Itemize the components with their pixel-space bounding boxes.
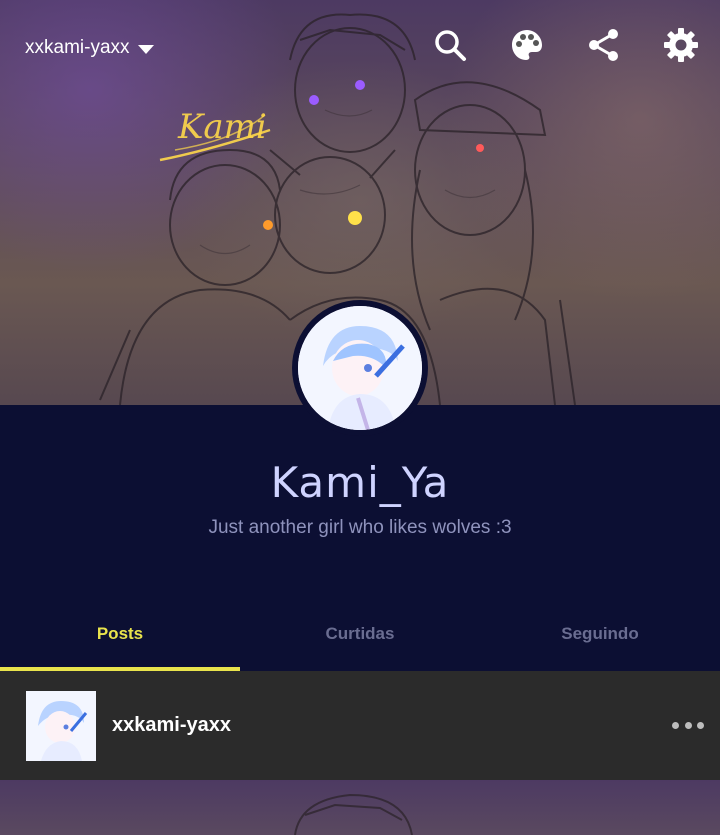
caret-down-icon bbox=[137, 44, 154, 54]
blog-switcher[interactable]: xxkami-yaxx bbox=[25, 35, 154, 61]
tab-posts[interactable]: Posts bbox=[0, 607, 240, 671]
profile-tabs: Posts Curtidas Seguindo bbox=[0, 607, 720, 671]
share-icon[interactable] bbox=[585, 26, 623, 64]
post-username[interactable]: xxkami-yaxx bbox=[112, 714, 231, 737]
post-image-art bbox=[294, 793, 413, 835]
palette-icon[interactable] bbox=[508, 26, 546, 64]
tab-seguindo[interactable]: Seguindo bbox=[480, 607, 720, 671]
blog-title: Kami_Ya bbox=[270, 458, 450, 507]
top-bar: xxkami-yaxx bbox=[0, 0, 720, 92]
gear-icon[interactable] bbox=[662, 26, 700, 64]
avatar-art bbox=[298, 306, 422, 430]
post-header: xxkami-yaxx bbox=[0, 671, 720, 780]
avatar[interactable] bbox=[292, 300, 428, 436]
post-avatar[interactable] bbox=[26, 691, 96, 761]
more-dots-icon[interactable] bbox=[672, 713, 704, 737]
post-image[interactable] bbox=[0, 780, 720, 835]
search-icon[interactable] bbox=[431, 26, 469, 64]
tab-curtidas[interactable]: Curtidas bbox=[240, 607, 480, 671]
blog-name: xxkami-yaxx bbox=[25, 37, 130, 58]
blog-description: Just another girl who likes wolves :3 bbox=[208, 517, 512, 538]
banner-signature: Kami bbox=[177, 107, 267, 147]
